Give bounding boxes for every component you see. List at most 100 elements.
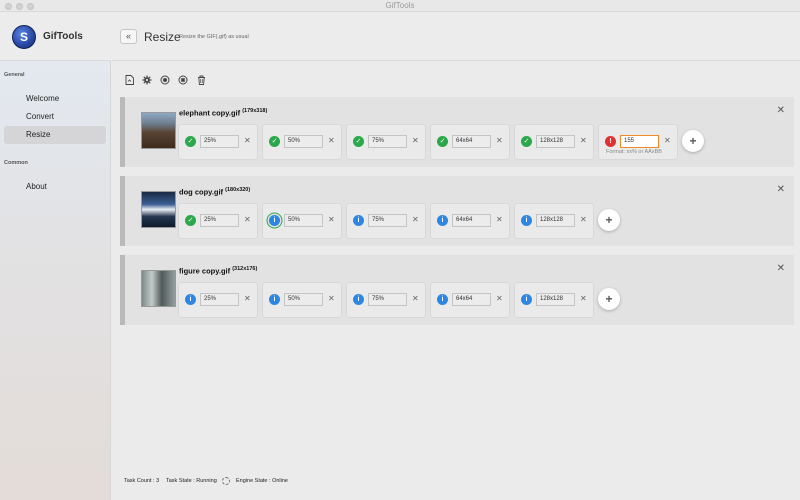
back-button[interactable]: « [120, 29, 137, 44]
sidebar: S GifTools General Welcome Convert Resiz… [0, 12, 111, 500]
info-icon: i [353, 294, 364, 305]
remove-size-button[interactable]: ✕ [580, 294, 587, 304]
size-input[interactable]: 75% [368, 214, 407, 227]
remove-size-button[interactable]: ✕ [496, 294, 503, 304]
page-title: Resize [144, 30, 181, 44]
file-thumbnail [141, 191, 176, 228]
size-input[interactable]: 50% [284, 135, 323, 148]
add-size-button[interactable]: + [682, 130, 704, 152]
remove-size-button[interactable]: ✕ [496, 215, 503, 225]
size-input[interactable]: 128x128 [536, 293, 575, 306]
info-icon: i [521, 215, 532, 226]
error-icon: ! [605, 136, 616, 147]
size-input[interactable]: 128x128 [536, 214, 575, 227]
size-input-error[interactable]: 155 [620, 135, 659, 148]
remove-size-button[interactable]: ✕ [580, 136, 587, 146]
file-dimensions: (179x318) [242, 108, 268, 114]
size-chip: i 128x128 ✕ [515, 204, 593, 238]
file-name: dog copy.gif (180x320) [179, 187, 251, 197]
window-title: GifTools [385, 1, 415, 10]
sidebar-item-resize[interactable]: Resize [4, 126, 106, 144]
stop-icon[interactable] [178, 75, 188, 85]
sidebar-item-about[interactable]: About [0, 178, 111, 196]
remove-file-button[interactable]: ✕ [777, 185, 785, 195]
add-file-icon[interactable] [124, 75, 134, 85]
remove-size-button[interactable]: ✕ [244, 215, 251, 225]
info-icon: i [437, 294, 448, 305]
size-input[interactable]: 50% [284, 293, 323, 306]
size-chip: i 25% ✕ [179, 283, 257, 317]
size-input[interactable]: 64x64 [452, 214, 491, 227]
size-input[interactable]: 50% [284, 214, 323, 227]
record-icon[interactable] [160, 75, 170, 85]
spinner-icon [222, 477, 230, 485]
sidebar-item-welcome[interactable]: Welcome [0, 90, 111, 108]
size-chip: i 50% ✕ [263, 283, 341, 317]
size-chip: i 75% ✕ [347, 204, 425, 238]
file-card-elephant: elephant copy.gif (179x318) ✕ ✓ 25% ✕ ✓ … [120, 97, 794, 167]
remove-size-button[interactable]: ✕ [496, 136, 503, 146]
checkmark-icon: ✓ [353, 136, 364, 147]
size-input[interactable]: 75% [368, 293, 407, 306]
remove-size-button[interactable]: ✕ [412, 136, 419, 146]
size-input[interactable]: 128x128 [536, 135, 575, 148]
file-card-figure: figure copy.gif (312x176) ✕ i 25% ✕ i 50… [120, 255, 794, 325]
add-size-button[interactable]: + [598, 288, 620, 310]
info-icon: i [185, 294, 196, 305]
size-chip: i 64x64 ✕ [431, 283, 509, 317]
task-count: Task Count : 3 [124, 478, 160, 484]
remove-size-button[interactable]: ✕ [328, 136, 335, 146]
settings-icon[interactable] [142, 75, 152, 85]
size-chip: ✓ 64x64 ✕ [431, 125, 509, 159]
checkmark-icon: ✓ [521, 136, 532, 147]
window-titlebar: GifTools [0, 0, 800, 12]
size-input[interactable]: 25% [200, 293, 239, 306]
file-name: elephant copy.gif (179x318) [179, 108, 268, 118]
page-header: « Resize Resize the GIF(.gif) as usual [112, 12, 800, 61]
remove-size-button[interactable]: ✕ [244, 294, 251, 304]
size-chip: ✓ 128x128 ✕ [515, 125, 593, 159]
remove-size-button[interactable]: ✕ [412, 215, 419, 225]
sidebar-brand: S GifTools [0, 12, 111, 61]
size-input[interactable]: 25% [200, 135, 239, 148]
info-icon: i [437, 215, 448, 226]
info-icon: i [521, 294, 532, 305]
size-input[interactable]: 75% [368, 135, 407, 148]
remove-file-button[interactable]: ✕ [777, 264, 785, 274]
size-chip: i 64x64 ✕ [431, 204, 509, 238]
processing-info-icon: i [269, 215, 280, 226]
size-input[interactable]: 64x64 [452, 293, 491, 306]
remove-size-button[interactable]: ✕ [412, 294, 419, 304]
file-card-dog: dog copy.gif (180x320) ✕ ✓ 25% ✕ i 50% ✕… [120, 176, 794, 246]
file-thumbnail [141, 112, 176, 149]
format-hint: Format: xx% or AAxBB [606, 149, 662, 155]
file-thumbnail [141, 270, 176, 307]
size-chip: ✓ 25% ✕ [179, 204, 257, 238]
info-icon: i [269, 294, 280, 305]
size-chip: ✓ 50% ✕ [263, 125, 341, 159]
size-chip: i 75% ✕ [347, 283, 425, 317]
size-chip: i 128x128 ✕ [515, 283, 593, 317]
size-chip: i 50% ✕ [263, 204, 341, 238]
sidebar-section-common: Common [4, 160, 28, 166]
remove-size-button[interactable]: ✕ [328, 294, 335, 304]
page-subtitle: Resize the GIF(.gif) as usual [179, 34, 249, 40]
engine-state: Engine State : Online [236, 478, 288, 484]
checkmark-icon: ✓ [269, 136, 280, 147]
file-dimensions: (180x320) [225, 187, 251, 193]
size-input[interactable]: 25% [200, 214, 239, 227]
sidebar-section-general: General [4, 72, 25, 78]
remove-size-button[interactable]: ✕ [244, 136, 251, 146]
remove-file-button[interactable]: ✕ [777, 106, 785, 116]
remove-size-button[interactable]: ✕ [328, 215, 335, 225]
add-size-button[interactable]: + [598, 209, 620, 231]
size-input[interactable]: 64x64 [452, 135, 491, 148]
sidebar-item-convert[interactable]: Convert [0, 108, 111, 126]
checkmark-icon: ✓ [185, 215, 196, 226]
app-name: GifTools [43, 31, 83, 42]
checkmark-icon: ✓ [437, 136, 448, 147]
remove-size-button[interactable]: ✕ [580, 215, 587, 225]
remove-size-button[interactable]: ✕ [664, 136, 671, 146]
task-state: Task State : Running [166, 478, 217, 484]
trash-icon[interactable] [196, 75, 206, 85]
